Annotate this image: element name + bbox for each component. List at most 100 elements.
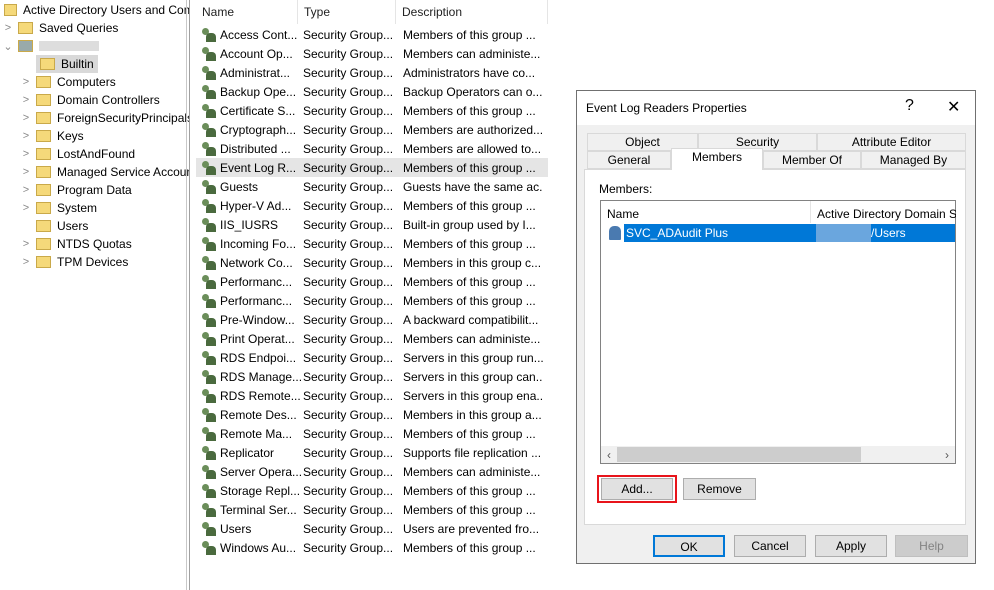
tree-item-keys[interactable]: > Keys: [20, 127, 84, 145]
group-description: Servers in this group can...: [403, 369, 543, 384]
chevron-right-icon[interactable]: >: [20, 166, 32, 178]
group-description: Servers in this group ena...: [403, 388, 543, 403]
group-name: Event Log R...: [220, 160, 297, 175]
tree-item-system[interactable]: > System: [20, 199, 97, 217]
tree-item-domain[interactable]: ⌄: [2, 37, 99, 55]
tree-item-foreign-security-principals[interactable]: > ForeignSecurityPrincipals: [20, 109, 189, 127]
group-type: Security Group...: [303, 369, 394, 384]
chevron-right-icon[interactable]: >: [20, 130, 32, 142]
group-type: Security Group...: [303, 407, 394, 422]
chevron-right-icon[interactable]: >: [20, 148, 32, 160]
group-row[interactable]: Cryptograph... Security Group... Members a…: [196, 120, 548, 139]
tab-general[interactable]: General: [587, 151, 671, 169]
tree-item-tpm-devices[interactable]: > TPM Devices: [20, 253, 129, 271]
close-icon[interactable]: ✕: [947, 97, 960, 117]
group-row[interactable]: Print Operat... Security Group... Members …: [196, 329, 548, 348]
column-header-description[interactable]: Description: [396, 0, 548, 24]
group-row[interactable]: Windows Au... Security Group... Members of…: [196, 538, 548, 557]
group-row[interactable]: Network Co... Security Group... Members in…: [196, 253, 548, 272]
members-list[interactable]: Name Active Directory Domain Serv SVC_AD…: [600, 200, 956, 464]
group-name: Pre-Window...: [220, 312, 295, 327]
group-name: Account Op...: [220, 46, 293, 61]
scrollbar-thumb[interactable]: [617, 447, 861, 462]
add-button[interactable]: Add...: [601, 478, 673, 500]
tree-item-users[interactable]: Users: [32, 217, 88, 235]
chevron-right-icon[interactable]: >: [20, 94, 32, 106]
chevron-right-icon[interactable]: >: [20, 238, 32, 250]
group-icon: [201, 141, 217, 156]
group-row[interactable]: Certificate S... Security Group... Members…: [196, 101, 548, 120]
member-name: SVC_ADAudit Plus: [626, 226, 729, 240]
domain-icon: [18, 40, 33, 52]
help-icon[interactable]: ?: [905, 97, 914, 115]
group-row[interactable]: Replicator Security Group... Supports file…: [196, 443, 548, 462]
tree-item-ntds-quotas[interactable]: > NTDS Quotas: [20, 235, 132, 253]
group-row[interactable]: Event Log R... Security Group... Members o…: [196, 158, 548, 177]
remove-button[interactable]: Remove: [683, 478, 756, 500]
group-row[interactable]: Administrat... Security Group... Administr…: [196, 63, 548, 82]
column-header-ad-folder[interactable]: Active Directory Domain Serv: [810, 201, 956, 223]
horizontal-scrollbar[interactable]: ‹ ›: [601, 446, 955, 463]
group-type: Security Group...: [303, 274, 394, 289]
tree-item-computers[interactable]: > Computers: [20, 73, 116, 91]
chevron-right-icon[interactable]: >: [20, 202, 32, 214]
column-header-name[interactable]: Name: [607, 207, 639, 221]
group-row[interactable]: Remote Des... Security Group... Members in…: [196, 405, 548, 424]
group-type: Security Group...: [303, 160, 394, 175]
group-row[interactable]: Hyper-V Ad... Security Group... Members of…: [196, 196, 548, 215]
cancel-button[interactable]: Cancel: [734, 535, 806, 557]
tree-item-managed-service-accounts[interactable]: > Managed Service Accounts: [20, 163, 189, 181]
group-row[interactable]: Pre-Window... Security Group... A backward…: [196, 310, 548, 329]
folder-icon: [18, 22, 33, 34]
scroll-left-icon[interactable]: ‹: [601, 448, 617, 462]
group-icon: [201, 369, 217, 384]
group-name: Users: [220, 521, 252, 536]
group-icon: [201, 217, 217, 232]
tree-root[interactable]: Active Directory Users and Computers: [2, 1, 189, 19]
group-row[interactable]: Users Security Group... Users are prevente…: [196, 519, 548, 538]
group-icon: [201, 502, 217, 517]
group-icon: [201, 331, 217, 346]
group-row[interactable]: Incoming Fo... Security Group... Members o…: [196, 234, 548, 253]
chevron-right-icon[interactable]: >: [2, 22, 14, 34]
group-row[interactable]: IIS_IUSRS Security Group... Built-in group…: [196, 215, 548, 234]
member-folder: /Users: [871, 226, 906, 240]
tree-item-lostandfound[interactable]: > LostAndFound: [20, 145, 135, 163]
tree-item-builtin[interactable]: Builtin: [36, 55, 98, 73]
group-row[interactable]: Account Op... Security Group... Members ca…: [196, 44, 548, 63]
group-row[interactable]: Guests Security Group... Guests have the s…: [196, 177, 548, 196]
group-row[interactable]: RDS Endpoi... Security Group... Servers in…: [196, 348, 548, 367]
chevron-down-icon[interactable]: ⌄: [2, 40, 14, 53]
tree-item-saved-queries[interactable]: > Saved Queries: [2, 19, 119, 37]
tab-members[interactable]: Members: [671, 148, 763, 170]
group-row[interactable]: RDS Manage... Security Group... Servers in…: [196, 367, 548, 386]
group-row[interactable]: Remote Ma... Security Group... Members of …: [196, 424, 548, 443]
group-row[interactable]: Terminal Ser... Security Group... Members …: [196, 500, 548, 519]
tree-item-domain-controllers[interactable]: > Domain Controllers: [20, 91, 160, 109]
column-header-type[interactable]: Type: [298, 0, 396, 24]
group-row[interactable]: Access Cont... Security Group... Members o…: [196, 25, 548, 44]
group-row[interactable]: Performanc... Security Group... Members of…: [196, 291, 548, 310]
group-name: Certificate S...: [220, 103, 296, 118]
group-row[interactable]: Performanc... Security Group... Members of…: [196, 272, 548, 291]
chevron-right-icon[interactable]: >: [20, 184, 32, 196]
group-row[interactable]: RDS Remote... Security Group... Servers in…: [196, 386, 548, 405]
group-row[interactable]: Server Opera... Security Group... Members …: [196, 462, 548, 481]
tab-attribute-editor[interactable]: Attribute Editor: [817, 133, 966, 151]
tree-item-program-data[interactable]: > Program Data: [20, 181, 132, 199]
chevron-right-icon[interactable]: >: [20, 256, 32, 268]
member-row[interactable]: SVC_ADAudit Plus /Users: [601, 224, 955, 242]
column-header-name[interactable]: Name: [196, 0, 298, 24]
redacted-domain: [39, 41, 99, 51]
group-row[interactable]: Distributed ... Security Group... Members …: [196, 139, 548, 158]
group-type: Security Group...: [303, 27, 394, 42]
group-row[interactable]: Backup Ope... Security Group... Backup Ope…: [196, 82, 548, 101]
chevron-right-icon[interactable]: >: [20, 112, 32, 124]
apply-button[interactable]: Apply: [815, 535, 887, 557]
group-row[interactable]: Storage Repl... Security Group... Members …: [196, 481, 548, 500]
tab-managed-by[interactable]: Managed By: [861, 151, 966, 169]
ok-button[interactable]: OK: [653, 535, 725, 557]
chevron-right-icon[interactable]: >: [20, 76, 32, 88]
scroll-right-icon[interactable]: ›: [939, 448, 955, 462]
tab-member-of[interactable]: Member Of: [763, 151, 861, 169]
